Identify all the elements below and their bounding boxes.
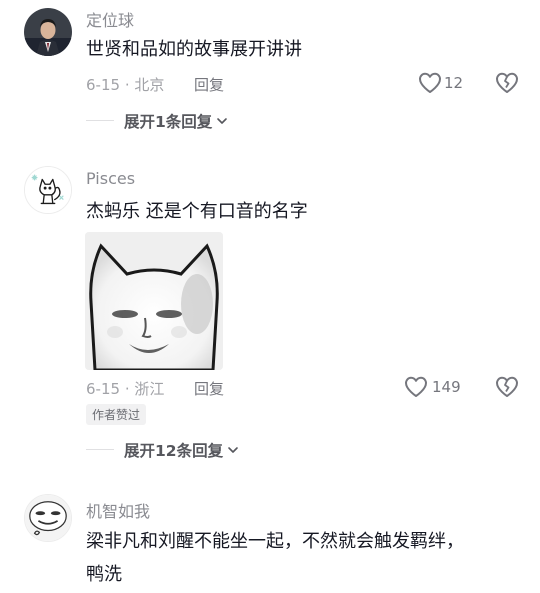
like-count: 12 [444, 74, 464, 92]
avatar[interactable] [24, 166, 72, 214]
sticker-image[interactable] [85, 232, 223, 370]
username[interactable]: 定位球 [86, 7, 134, 31]
avatar-image [25, 495, 71, 541]
reply-button[interactable]: 回复 [194, 74, 224, 95]
comment-meta: 6-15 · 北京 [86, 74, 164, 95]
comment-text: 杰蚂乐 还是个有口音的名字 [86, 201, 308, 222]
heart-icon [405, 376, 427, 397]
avatar-image [24, 8, 72, 56]
divider [86, 120, 114, 121]
chevron-down-icon [217, 118, 228, 124]
broken-heart-icon [496, 72, 518, 93]
like-button[interactable] [404, 376, 428, 398]
comment-date: 6-15 [86, 380, 121, 398]
username[interactable]: 机智如我 [86, 498, 150, 522]
meta-separator: · [120, 76, 135, 94]
meta-separator: · [120, 380, 135, 398]
comment-text-line: 鸭洗 [86, 564, 122, 585]
dislike-button[interactable] [495, 376, 519, 398]
avatar[interactable] [24, 494, 72, 542]
expand-replies-button[interactable]: 展开12条回复 [124, 439, 239, 461]
comment-text-line: 梁非凡和刘醒不能坐一起，不然就会触发羁绊， [86, 531, 464, 552]
avatar[interactable] [24, 8, 72, 56]
dislike-button[interactable] [495, 72, 519, 94]
comment-text: 世贤和品如的故事展开讲讲 [86, 39, 302, 60]
comment-location: 北京 [134, 76, 165, 94]
divider [86, 449, 114, 450]
author-liked-badge: 作者赞过 [86, 404, 147, 425]
comment-meta: 6-15 · 浙江 [86, 378, 164, 399]
username[interactable]: Pisces [86, 169, 135, 188]
expand-replies-label: 展开1条回复 [124, 113, 213, 131]
broken-heart-icon [496, 376, 518, 397]
cat-meme-sticker [85, 232, 223, 370]
like-button[interactable] [418, 72, 442, 94]
like-count: 149 [432, 378, 461, 396]
reply-button[interactable]: 回复 [194, 378, 224, 399]
heart-icon [419, 72, 441, 93]
avatar-image [25, 167, 71, 213]
comment-date: 6-15 [86, 76, 121, 94]
chevron-down-icon [228, 447, 238, 453]
comment-location: 浙江 [134, 380, 165, 398]
expand-replies-label: 展开12条回复 [124, 442, 224, 460]
expand-replies-button[interactable]: 展开1条回复 [124, 110, 228, 132]
